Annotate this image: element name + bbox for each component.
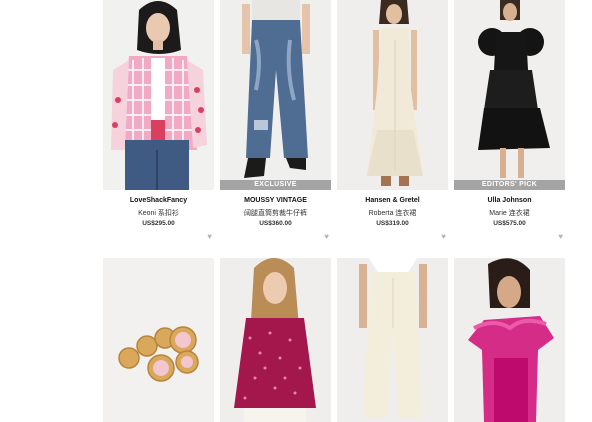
product-brand[interactable]: Hansen & Gretel bbox=[337, 197, 448, 204]
product-name[interactable]: Roberta 连衣裙 bbox=[337, 208, 448, 218]
product-brand[interactable]: MOUSSY VINTAGE bbox=[220, 197, 331, 204]
product-image[interactable] bbox=[103, 0, 214, 190]
product-image[interactable]: EXCLUSIVE bbox=[220, 0, 331, 190]
product-image[interactable]: EDITORS' PICK bbox=[454, 0, 565, 190]
product-name[interactable]: 阔腿直筒剪裁牛仔裤 bbox=[220, 208, 331, 218]
heart-icon[interactable]: ♥ bbox=[324, 233, 329, 241]
heart-icon[interactable]: ♥ bbox=[441, 233, 446, 241]
product-image[interactable] bbox=[337, 258, 448, 422]
heart-icon[interactable]: ♥ bbox=[207, 233, 212, 241]
product-tag: EXCLUSIVE bbox=[220, 180, 331, 190]
product-price: US$575.00 bbox=[493, 220, 526, 227]
product-image[interactable] bbox=[337, 0, 448, 190]
product-name[interactable]: Marie 连衣裙 bbox=[454, 208, 565, 218]
product-name[interactable]: Keoni 系扣衫 bbox=[103, 208, 214, 218]
product-price: US$295.00 bbox=[142, 220, 175, 227]
product-tag: EDITORS' PICK bbox=[454, 180, 565, 190]
product-brand[interactable]: LoveShackFancy bbox=[103, 197, 214, 204]
product-image[interactable] bbox=[454, 258, 565, 422]
product-brand[interactable]: Ulla Johnson bbox=[454, 197, 565, 204]
heart-icon[interactable]: ♥ bbox=[558, 233, 563, 241]
product-image[interactable] bbox=[103, 258, 214, 422]
product-price: US$319.00 bbox=[376, 220, 409, 227]
product-price: US$360.00 bbox=[259, 220, 292, 227]
product-image[interactable] bbox=[220, 258, 331, 422]
